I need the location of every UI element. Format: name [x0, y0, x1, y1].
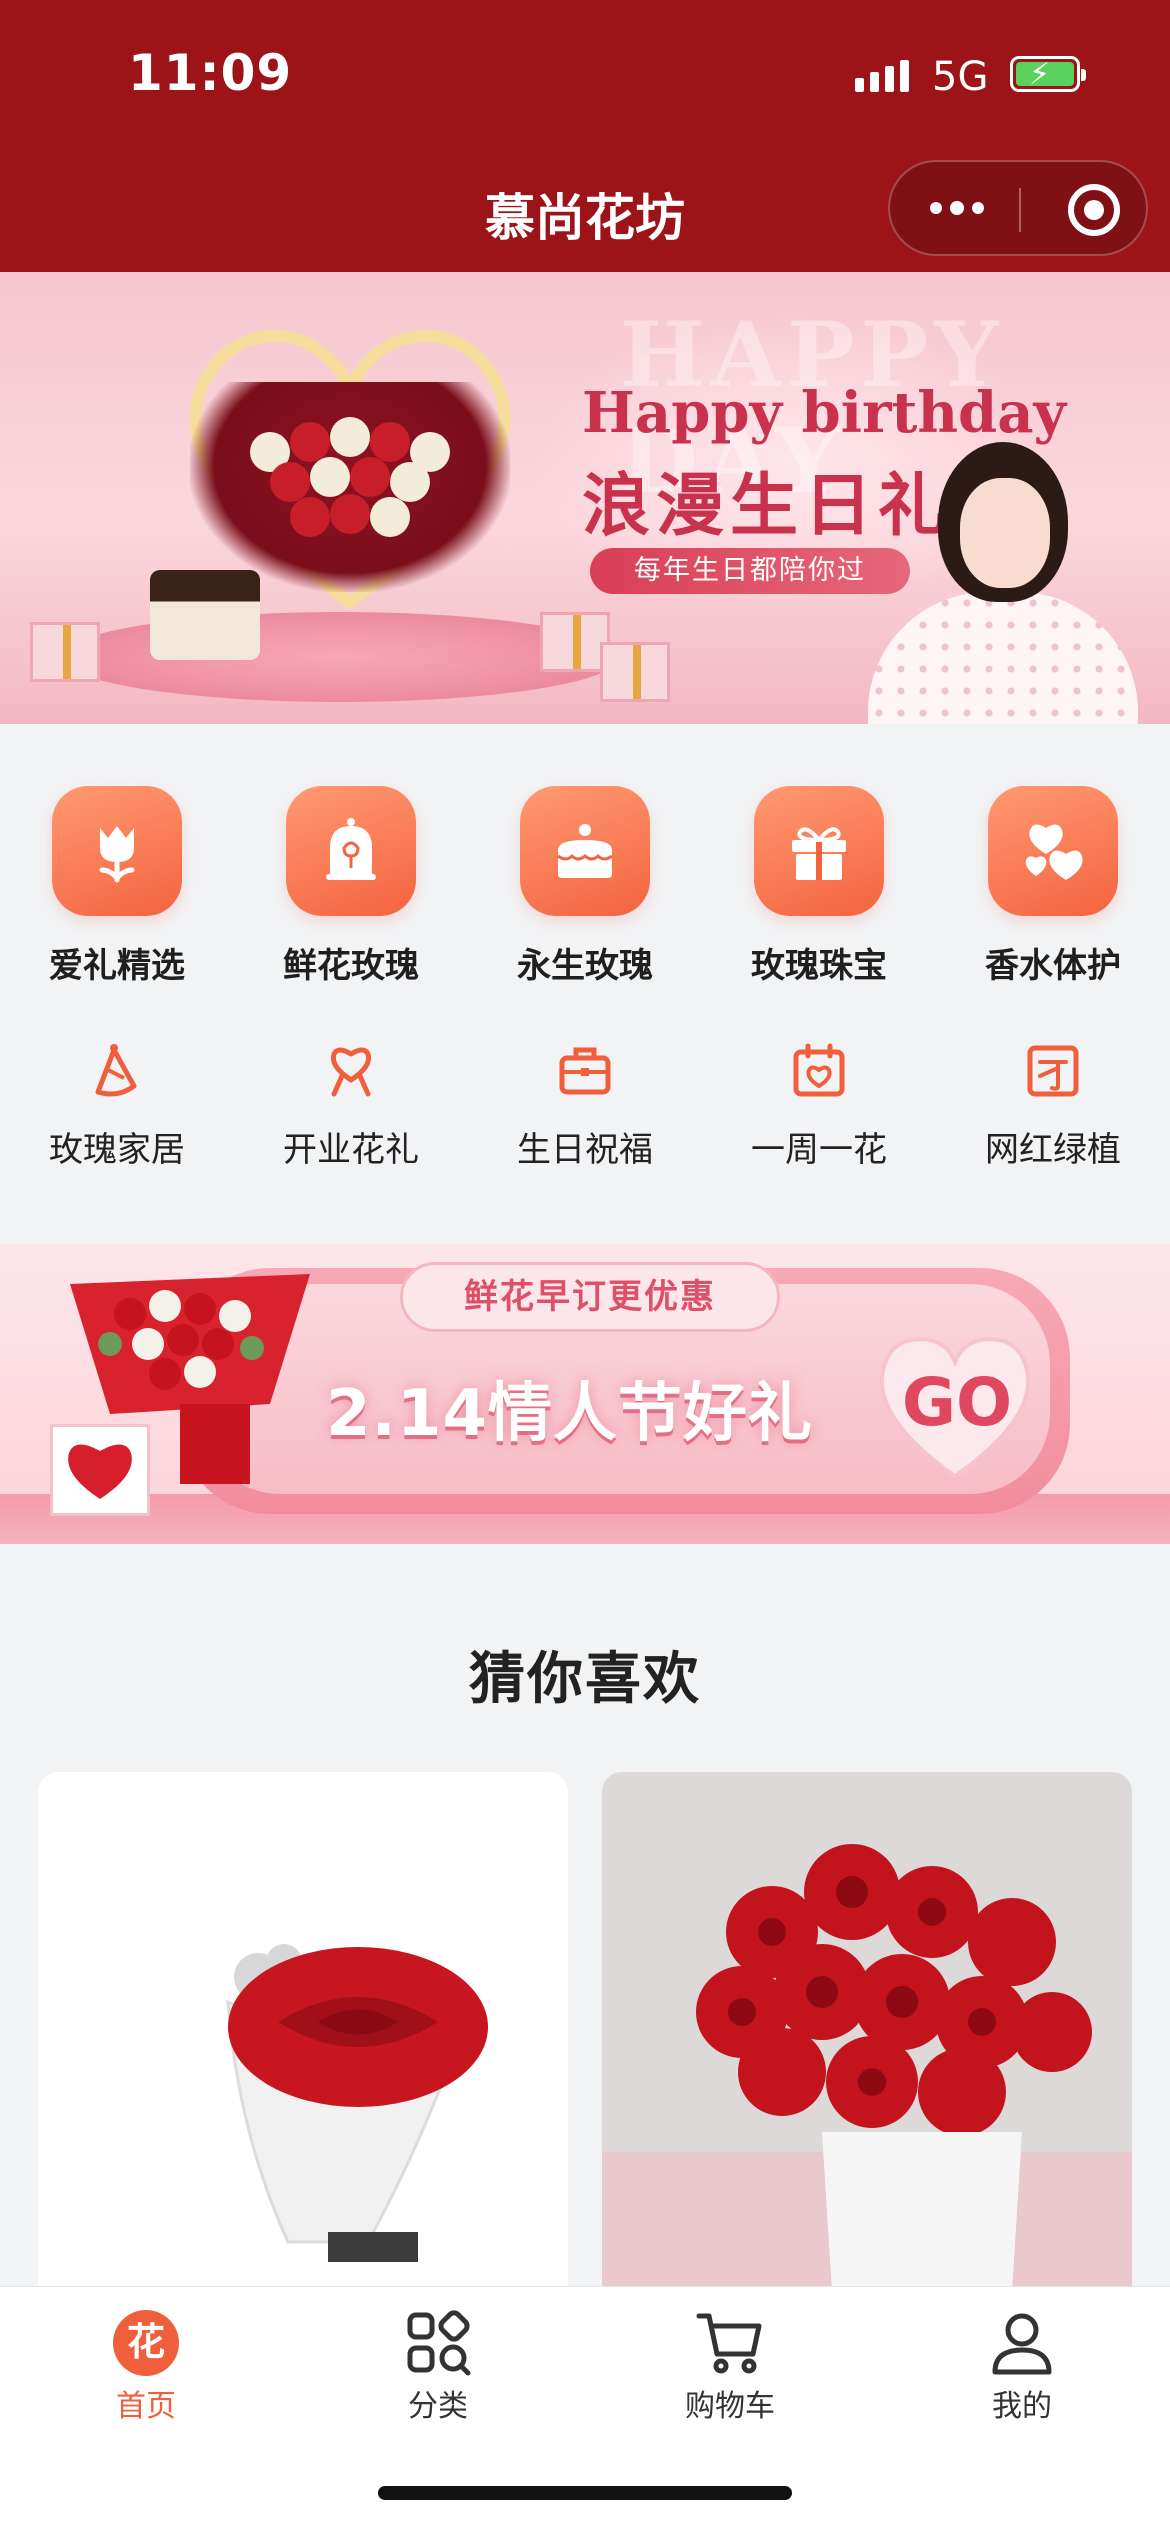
- tab-label: 购物车: [685, 2389, 775, 2424]
- primary-category-row: 爱礼精选 鲜花玫瑰 永生玫瑰 玫瑰珠宝 香水体护: [0, 786, 1170, 987]
- go-button[interactable]: GO: [882, 1364, 1032, 1441]
- category-xianhua-meigui[interactable]: 鲜花玫瑰: [234, 786, 468, 987]
- secondary-category-row: 玫瑰家居 开业花礼 生日祝福 一周一花 网红绿植: [0, 1040, 1170, 1171]
- tab-profile[interactable]: 我的: [876, 2307, 1168, 2425]
- preserved-rose-image: [226, 1944, 488, 2262]
- svg-text:花: 花: [127, 2320, 165, 2364]
- tab-label: 我的: [992, 2389, 1052, 2424]
- tab-home[interactable]: 花 首页: [0, 2307, 292, 2425]
- profile-icon: [986, 2307, 1058, 2379]
- valentine-promo-banner[interactable]: 鲜花早订更优惠 2.14情人节好礼 GO: [0, 1244, 1170, 1544]
- hearts-icon: [988, 786, 1118, 916]
- category-label: 开业花礼: [283, 1130, 419, 1170]
- category-shengri-zhufu[interactable]: 生日祝福: [468, 1040, 702, 1171]
- briefcase-icon: [554, 1040, 616, 1102]
- promo-tag: 鲜花早订更优惠: [400, 1262, 780, 1332]
- gift-icon: [754, 786, 884, 916]
- promo-headline: 2.14情人节好礼: [326, 1377, 813, 1451]
- cake-image: [150, 570, 260, 660]
- tulip-icon: [52, 786, 182, 916]
- category-yizhou-yihua[interactable]: 一周一花: [702, 1040, 936, 1171]
- signal-icon: [855, 60, 909, 92]
- tab-cart[interactable]: 购物车: [584, 2307, 876, 2425]
- rose-vase-image: [602, 1772, 1132, 2292]
- network-type: 5G: [932, 54, 989, 100]
- cart-icon: [694, 2307, 766, 2379]
- category-label: 网红绿植: [985, 1130, 1121, 1170]
- tab-label: 首页: [116, 2389, 176, 2424]
- model-photo: [868, 442, 1138, 724]
- hero-pill: 每年生日都陪你过: [590, 548, 910, 594]
- home-flower-icon: 花: [110, 2307, 182, 2379]
- category-label: 生日祝福: [517, 1130, 653, 1170]
- category-kaiye-huali[interactable]: 开业花礼: [234, 1040, 468, 1171]
- tab-label: 分类: [408, 2389, 468, 2424]
- tab-category[interactable]: 分类: [292, 2307, 584, 2425]
- product-card[interactable]: [38, 1772, 568, 2292]
- category-label: 永生玫瑰: [517, 946, 653, 986]
- category-label: 一周一花: [751, 1130, 887, 1170]
- hero-title-en: Happy birthday: [582, 380, 1067, 446]
- category-label: 玫瑰珠宝: [751, 946, 887, 986]
- hero-banner[interactable]: HAPPY DAY Happy birthday 浪漫生日礼 每年生日都陪你过: [0, 272, 1170, 724]
- party-hat-icon: [86, 1040, 148, 1102]
- recommend-title: 猜你喜欢: [469, 1647, 701, 1712]
- battery-icon: ⚡: [1010, 56, 1086, 92]
- category-grid: 爱礼精选 鲜花玫瑰 永生玫瑰 玫瑰珠宝 香水体护 玫瑰家居 开业花礼 生日祝福 …: [0, 724, 1170, 1244]
- status-time: 11:09: [128, 44, 293, 102]
- category-label: 香水体护: [985, 946, 1121, 986]
- category-meigui-zhubao[interactable]: 玫瑰珠宝: [702, 786, 936, 987]
- category-label: 爱礼精选: [49, 946, 185, 986]
- category-aili-jingxuan[interactable]: 爱礼精选: [0, 786, 234, 987]
- category-label: 鲜花玫瑰: [283, 946, 419, 986]
- cake-icon: [520, 786, 650, 916]
- bouquet-image: [190, 382, 510, 592]
- home-indicator: [378, 2486, 792, 2500]
- top-bar: 11:09 5G ⚡ 慕尚花坊: [0, 0, 1170, 272]
- close-mini-program-icon[interactable]: [1068, 184, 1120, 236]
- mini-program-capsule: [888, 160, 1148, 256]
- more-icon[interactable]: [930, 201, 984, 215]
- category-wanghong-lvzhi[interactable]: 网红绿植: [936, 1040, 1170, 1171]
- note-icon: [1022, 1040, 1084, 1102]
- rose-dome-icon: [286, 786, 416, 916]
- heart-ribbon-icon: [320, 1040, 382, 1102]
- category-label: 玫瑰家居: [49, 1130, 185, 1170]
- heart-box-image: [50, 1424, 150, 1516]
- calendar-heart-icon: [788, 1040, 850, 1102]
- category-xiangshui-tihu[interactable]: 香水体护: [936, 786, 1170, 987]
- product-card[interactable]: [602, 1772, 1132, 2292]
- category-yongsheng-meigui[interactable]: 永生玫瑰: [468, 786, 702, 987]
- category-meigui-jiaju[interactable]: 玫瑰家居: [0, 1040, 234, 1171]
- category-icon: [402, 2307, 474, 2379]
